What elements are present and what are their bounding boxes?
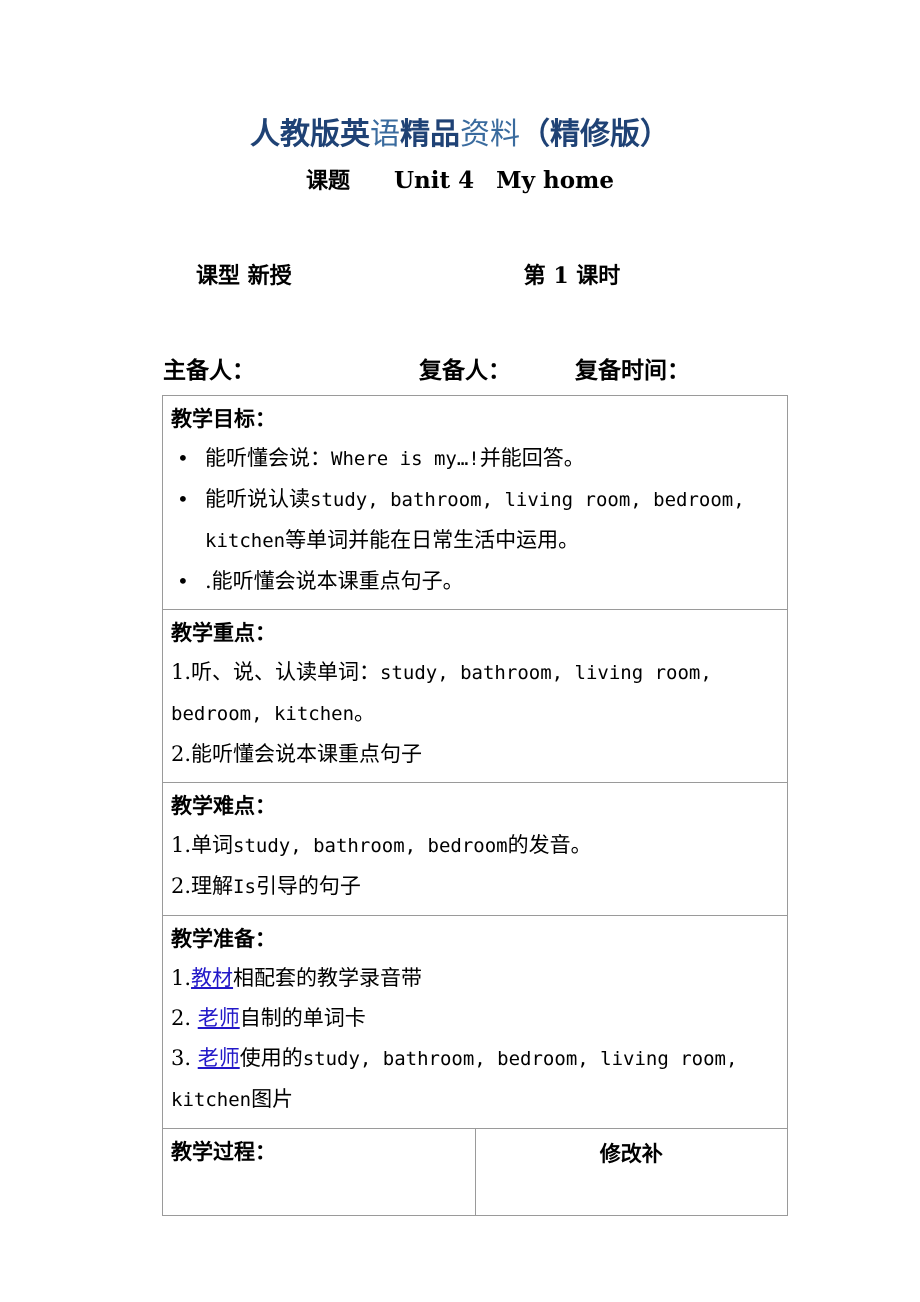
table-row: 教学准备： 1.教材相配套的教学录音带 2. 老师自制的单词卡 3. 老师使用的…: [162, 915, 788, 1129]
difficulties-heading: 教学难点：: [171, 793, 276, 818]
main-author-label: 主备人：: [163, 357, 255, 384]
list-item: 能听说认读study, bathroom, living room, bedro…: [177, 479, 779, 561]
objectives-heading: 教学目标：: [171, 406, 276, 431]
key-point-1-cn-b: 。: [354, 701, 376, 725]
table-row: 教学重点： 1.听、说、认读单词：study, bathroom, living…: [162, 609, 788, 783]
key-point-line-1: 1.听、说、认读单词：study, bathroom, living room,…: [171, 652, 779, 734]
key-point-2-cn-a: 2.能听懂会说本课重点句子: [171, 742, 423, 766]
authors-row: 主备人： 复备人： 复备时间：: [163, 354, 803, 388]
objective-1-en: Where is my…!: [331, 448, 480, 470]
preparation-heading: 教学准备：: [171, 926, 276, 951]
difficulty-2-cn-a: 2.理解: [171, 874, 234, 898]
banner-segment-1: 人教版英: [250, 117, 370, 152]
amendment-cell: 修改补: [474, 1128, 788, 1216]
process-heading: 教学过程：: [171, 1139, 276, 1164]
difficulty-2-cn-b: 引导的句子: [255, 874, 361, 898]
prep-1-cn: 相配套的教学录音带: [233, 966, 423, 990]
objective-1-cn-a: 能听懂会说：: [205, 446, 331, 470]
difficulty-2-en: Is: [233, 876, 256, 898]
preparation-line-3: 3. 老师使用的study, bathroom, bedroom, living…: [171, 1038, 779, 1120]
table-row: 教学目标： 能听懂会说：Where is my…!并能回答。 能听说认读stud…: [162, 395, 788, 610]
key-points-cell: 教学重点： 1.听、说、认读单词：study, bathroom, living…: [162, 609, 788, 783]
lesson-title-line: 课题 Unit 4 My home: [0, 164, 920, 198]
list-item: .能听懂会说本课重点句子。: [177, 561, 779, 601]
prep-1-link[interactable]: 教材: [191, 966, 233, 990]
lesson-topic: My home: [496, 167, 615, 194]
difficulties-cell: 教学难点： 1.单词study, bathroom, bedroom的发音。 2…: [162, 782, 788, 916]
objectives-cell: 教学目标： 能听懂会说：Where is my…!并能回答。 能听说认读stud…: [162, 395, 788, 610]
review-author-label: 复备人：: [419, 357, 511, 384]
objective-1-cn-b: 并能回答。: [479, 446, 585, 470]
banner-segment-4: 资料: [460, 117, 520, 152]
banner-segment-3: 精品: [400, 117, 460, 152]
class-type-label: 课型 新授: [196, 263, 292, 289]
amendment-heading: 修改补: [599, 1141, 663, 1166]
review-time-label: 复备时间：: [575, 357, 690, 384]
preparation-line-2: 2. 老师自制的单词卡: [171, 998, 779, 1038]
banner-segment-2: 语: [370, 117, 400, 152]
key-points-heading: 教学重点：: [171, 620, 276, 645]
prep-3-cn-b: 图片: [251, 1087, 294, 1111]
prep-3-number: 3.: [171, 1046, 198, 1070]
prep-3-link[interactable]: 老师: [198, 1046, 240, 1070]
prep-1-number: 1.: [171, 966, 192, 990]
difficulty-1-en: study, bathroom, bedroom: [233, 835, 508, 857]
page-banner: 人教版英语精品资料（精修版）: [0, 116, 920, 154]
difficulty-line-1: 1.单词study, bathroom, bedroom的发音。: [171, 825, 779, 866]
objective-3-cn-a: .能听懂会说本课重点句子。: [205, 569, 464, 593]
difficulty-1-cn-b: 的发音。: [507, 833, 592, 857]
document-page: 人教版英语精品资料（精修版） 课题 Unit 4 My home 课型 新授 第 1 …: [0, 0, 920, 1302]
difficulty-line-2: 2.理解Is引导的句子: [171, 866, 779, 907]
table-row: 教学过程： 修改补: [162, 1128, 788, 1216]
prep-3-cn-a: 使用的: [239, 1046, 303, 1070]
preparation-cell: 教学准备： 1.教材相配套的教学录音带 2. 老师自制的单词卡 3. 老师使用的…: [162, 915, 788, 1129]
lesson-plan-table: 教学目标： 能听懂会说：Where is my…!并能回答。 能听说认读stud…: [162, 395, 788, 1216]
difficulty-1-cn-a: 1.单词: [171, 833, 234, 857]
objectives-list: 能听懂会说：Where is my…!并能回答。 能听说认读study, bat…: [171, 438, 779, 601]
prep-2-cn: 自制的单词卡: [239, 1006, 366, 1030]
objective-2-cn-b: 等单词并能在日常生活中运用。: [285, 528, 580, 552]
class-type-row: 课型 新授 第 1 课时: [196, 260, 796, 292]
lesson-title-label: 课题: [305, 168, 350, 194]
preparation-line-1: 1.教材相配套的教学录音带: [171, 958, 779, 998]
banner-segment-5: （精修版）: [520, 117, 670, 152]
list-item: 能听懂会说：Where is my…!并能回答。: [177, 438, 779, 479]
lesson-unit: Unit 4: [393, 167, 475, 194]
key-point-line-2: 2.能听懂会说本课重点句子: [171, 734, 779, 774]
objective-2-cn-a: 能听说认读: [205, 487, 310, 511]
table-row: 教学难点： 1.单词study, bathroom, bedroom的发音。 2…: [162, 782, 788, 916]
prep-2-number: 2.: [171, 1006, 198, 1030]
process-cell: 教学过程：: [162, 1128, 476, 1216]
key-point-1-cn-a: 1.听、说、认读单词：: [171, 660, 381, 684]
prep-2-link[interactable]: 老师: [198, 1006, 240, 1030]
class-period: 第 1 课时: [523, 263, 621, 289]
